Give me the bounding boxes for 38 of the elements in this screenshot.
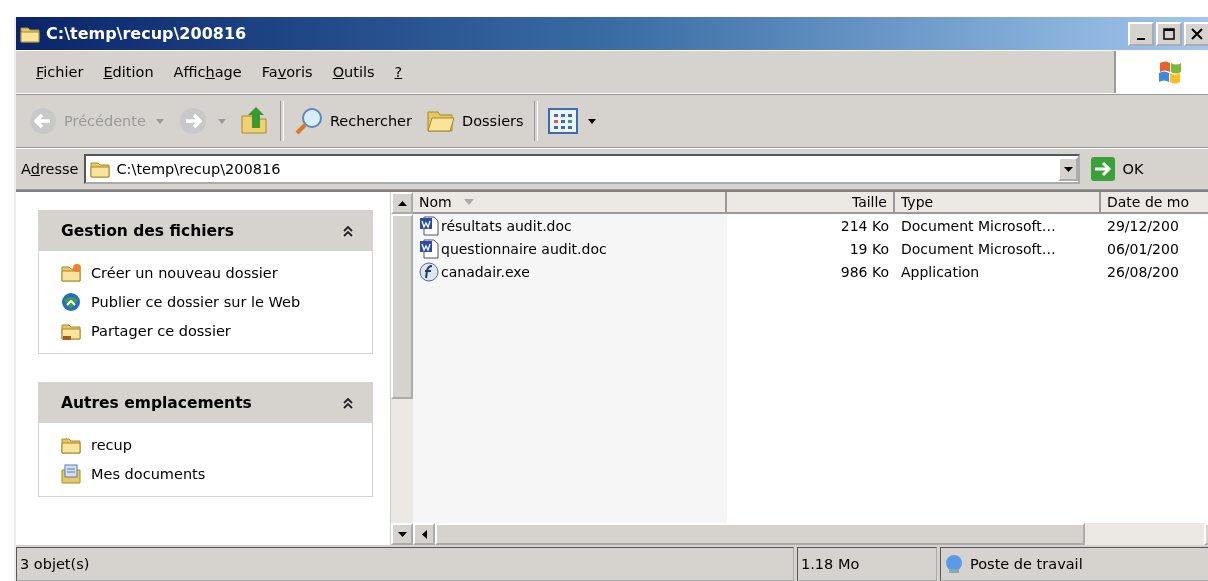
menu-item[interactable]: Favoris xyxy=(261,64,313,80)
status-text: 3 objet(s) xyxy=(16,547,794,581)
task-link[interactable]: Mes documents xyxy=(61,464,372,484)
table-cell-text: 19 Ko xyxy=(848,239,890,259)
file-name[interactable]: canadair.exe xyxy=(413,260,727,283)
column-header[interactable]: Type xyxy=(895,192,1101,214)
menu-item[interactable]: Edition xyxy=(103,64,154,80)
task-link[interactable]: Partager ce dossier xyxy=(61,321,372,341)
file-name[interactable]: questionnaire audit.doc xyxy=(413,237,727,260)
menu-item[interactable]: Outils xyxy=(332,64,375,80)
panel-header[interactable]: Gestion des fichiers xyxy=(39,211,372,251)
address-label: Adresse xyxy=(21,161,79,177)
window-title: C:\temp\recup\200816 xyxy=(46,24,248,43)
task-link[interactable]: recup xyxy=(61,435,372,455)
table-cell-text: 29/12/200 xyxy=(1106,216,1180,236)
task-link[interactable]: Créer un nouveau dossier xyxy=(61,263,372,283)
column-header[interactable]: Date de mo xyxy=(1101,192,1208,214)
table-cell-text: Document Microsoft… xyxy=(900,239,1057,259)
go-button[interactable]: OK xyxy=(1086,156,1148,182)
table-cell-text: Application xyxy=(900,262,981,282)
file-name[interactable]: résultats audit.doc xyxy=(413,214,727,237)
menu-item[interactable]: ? xyxy=(394,64,403,80)
table-cell-text: 06/01/200 xyxy=(1106,239,1180,259)
panel-header[interactable]: Autres emplacements xyxy=(39,383,372,423)
menu-item[interactable]: Affichage xyxy=(173,64,242,80)
table-cell-text: Document Microsoft… xyxy=(900,216,1057,236)
search-button[interactable]: Rechercher xyxy=(289,104,416,138)
status-zone: Poste de travail xyxy=(940,547,1208,581)
menu-item[interactable]: Fichier xyxy=(36,64,84,80)
table-cell-text: 986 Ko xyxy=(839,262,890,282)
column-header[interactable]: Taille xyxy=(727,192,895,214)
address-field[interactable]: C:\temp\recup\200816 xyxy=(84,154,1081,184)
status-text: 1.18 Mo xyxy=(797,547,937,581)
task-link[interactable]: Publier ce dossier sur le Web xyxy=(61,292,372,312)
table-cell-text: 214 Ko xyxy=(839,216,890,236)
column-header[interactable]: Nom xyxy=(413,192,727,214)
folders-button[interactable]: Dossiers xyxy=(422,104,528,138)
table-cell-text: 26/08/200 xyxy=(1106,262,1180,282)
